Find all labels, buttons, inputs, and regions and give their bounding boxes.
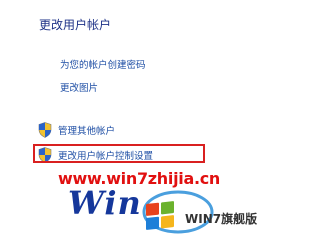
control-panel-user-accounts: 更改用户帐户 为您的帐户创建密码 更改图片 管理其他帐户 更改用户帐户控制设置 … <box>0 0 262 244</box>
highlight-box <box>33 144 205 163</box>
change-picture-link[interactable]: 更改图片 <box>60 80 98 94</box>
page-title: 更改用户帐户 <box>39 18 112 32</box>
watermark-site-name: WIN7旗舰版 <box>185 212 258 226</box>
manage-accounts-label: 管理其他帐户 <box>58 126 116 137</box>
create-password-link[interactable]: 为您的帐户创建密码 <box>60 57 146 71</box>
uac-shield-icon <box>38 122 52 138</box>
watermark-win-logo: Win <box>68 184 142 222</box>
manage-accounts-link[interactable]: 管理其他帐户 <box>38 122 115 138</box>
